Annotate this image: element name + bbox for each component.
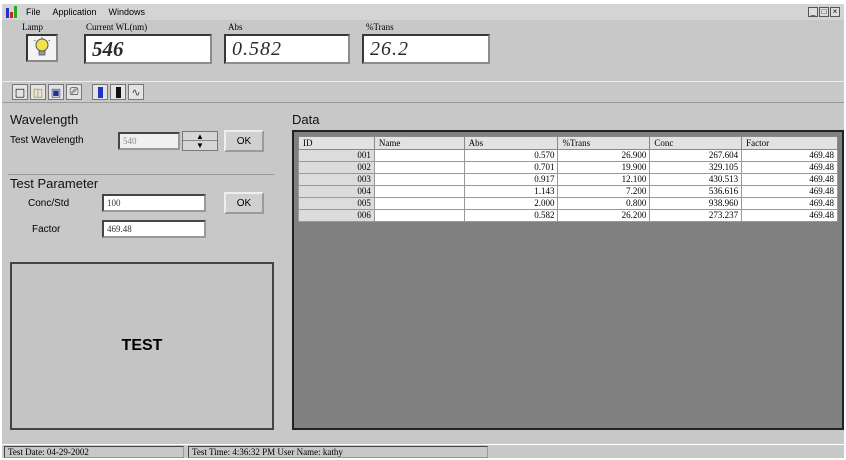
minimize-icon[interactable]: _: [808, 7, 818, 17]
data-title: Data: [292, 112, 320, 127]
readout-strip: Lamp Current WL(nm) 546 Abs 0.582 %Trans…: [2, 21, 844, 79]
data-table: ID Name Abs %Trans Conc Factor 001 0.570…: [298, 136, 838, 222]
table-row[interactable]: 003 0.917 12.100 430.513 469.48: [298, 173, 838, 186]
open-folder-icon[interactable]: ◫: [30, 84, 46, 100]
factor-label: Factor: [32, 224, 61, 235]
status-bar: Test Date: 04-29-2002 Test Time: 4:36:32…: [2, 444, 844, 458]
column-header-trans[interactable]: %Trans: [557, 136, 651, 150]
cell-conc[interactable]: 329.105: [649, 161, 743, 174]
cell-id[interactable]: 002: [298, 161, 375, 174]
app-window: File Application Windows _ □ × Lamp Curr…: [2, 4, 844, 458]
test-wavelength-input[interactable]: 540: [118, 132, 180, 150]
cell-trans[interactable]: 0.800: [557, 197, 651, 210]
lamp-indicator[interactable]: [26, 34, 58, 62]
curve-icon[interactable]: ∿: [128, 84, 144, 100]
factor-input[interactable]: 469.48: [102, 220, 206, 238]
toolbar: □ ◫ ▣ ⎚ ∿: [2, 81, 844, 103]
lamp-label: Lamp: [22, 22, 43, 32]
cell-id[interactable]: 004: [298, 185, 375, 198]
cell-trans[interactable]: 19.900: [557, 161, 651, 174]
table-row[interactable]: 002 0.701 19.900 329.105 469.48: [298, 161, 838, 174]
cell-trans[interactable]: 7.200: [557, 185, 651, 198]
cell-id[interactable]: 006: [298, 209, 375, 222]
close-icon[interactable]: ×: [830, 7, 840, 17]
cell-id[interactable]: 005: [298, 197, 375, 210]
print-icon[interactable]: ⎚: [66, 84, 82, 100]
conc-std-label: Conc/Std: [28, 198, 70, 209]
menu-file[interactable]: File: [26, 7, 41, 17]
cell-factor[interactable]: 469.48: [741, 209, 838, 222]
new-file-icon[interactable]: □: [12, 84, 28, 100]
spinner-up-icon[interactable]: ▲: [183, 132, 217, 141]
cell-abs[interactable]: 2.000: [463, 197, 559, 210]
cell-conc[interactable]: 938.960: [649, 197, 743, 210]
cell-abs[interactable]: 0.701: [463, 161, 559, 174]
trans-value: 26.2: [362, 34, 490, 64]
app-logo-icon: [6, 6, 20, 18]
cell-conc[interactable]: 536.616: [649, 185, 743, 198]
cell-trans[interactable]: 26.900: [557, 149, 651, 162]
table-header-row: ID Name Abs %Trans Conc Factor: [298, 136, 838, 150]
cell-trans[interactable]: 12.100: [557, 173, 651, 186]
cell-id[interactable]: 001: [298, 149, 375, 162]
abs-label: Abs: [228, 22, 243, 32]
parameter-ok-button[interactable]: OK: [224, 192, 264, 214]
cell-factor[interactable]: 469.48: [741, 197, 838, 210]
table-row[interactable]: 004 1.143 7.200 536.616 469.48: [298, 185, 838, 198]
cell-name[interactable]: [373, 209, 465, 222]
wavelength-ok-button[interactable]: OK: [224, 130, 264, 152]
cell-name[interactable]: [373, 161, 465, 174]
status-test-date: Test Date: 04-29-2002: [4, 446, 184, 458]
spinner-down-icon[interactable]: ▼: [183, 141, 217, 150]
trans-label: %Trans: [366, 22, 394, 32]
cell-name[interactable]: [373, 197, 465, 210]
cell-factor[interactable]: 469.48: [741, 161, 838, 174]
lightbulb-icon: [33, 37, 51, 56]
cell-trans[interactable]: 26.200: [557, 209, 651, 222]
cell-factor[interactable]: 469.48: [741, 173, 838, 186]
abs-value: 0.582: [224, 34, 350, 64]
cell-abs[interactable]: 0.582: [463, 209, 559, 222]
table-row[interactable]: 001 0.570 26.900 267.604 469.48: [298, 149, 838, 162]
wavelength-spinner[interactable]: ▲ ▼: [182, 131, 218, 151]
table-row[interactable]: 006 0.582 26.200 273.237 469.48: [298, 209, 838, 222]
conc-std-input[interactable]: 100: [102, 194, 206, 212]
current-wl-value: 546: [84, 34, 212, 64]
status-test-time-user: Test Time: 4:36:32 PM User Name: kathy: [188, 446, 488, 458]
blue-bar-icon[interactable]: [92, 84, 108, 100]
cell-abs[interactable]: 0.917: [463, 173, 559, 186]
cell-abs[interactable]: 1.143: [463, 185, 559, 198]
cell-name[interactable]: [373, 173, 465, 186]
data-grid-frame: ID Name Abs %Trans Conc Factor 001 0.570…: [292, 130, 844, 430]
column-header-id[interactable]: ID: [298, 136, 375, 150]
cell-id[interactable]: 003: [298, 173, 375, 186]
column-header-conc[interactable]: Conc: [649, 136, 743, 150]
test-parameter-title: Test Parameter: [10, 176, 99, 191]
cell-factor[interactable]: 469.48: [741, 149, 838, 162]
wavelength-title: Wavelength: [10, 112, 79, 127]
column-header-abs[interactable]: Abs: [463, 136, 559, 150]
cell-factor[interactable]: 469.48: [741, 185, 838, 198]
test-button[interactable]: TEST: [10, 262, 274, 430]
cell-conc[interactable]: 430.513: [649, 173, 743, 186]
black-bar-icon[interactable]: [110, 84, 126, 100]
cell-conc[interactable]: 273.237: [649, 209, 743, 222]
current-wl-label: Current WL(nm): [86, 22, 148, 32]
test-wavelength-label: Test Wavelength: [10, 135, 84, 146]
menu-windows[interactable]: Windows: [109, 7, 146, 17]
table-row[interactable]: 005 2.000 0.800 938.960 469.48: [298, 197, 838, 210]
cell-name[interactable]: [373, 185, 465, 198]
wavelength-divider: [8, 174, 274, 175]
menu-application[interactable]: Application: [53, 7, 97, 17]
column-header-factor[interactable]: Factor: [741, 136, 838, 150]
cell-conc[interactable]: 267.604: [649, 149, 743, 162]
column-header-name[interactable]: Name: [373, 136, 465, 150]
menu-bar: File Application Windows _ □ ×: [2, 4, 844, 20]
save-icon[interactable]: ▣: [48, 84, 64, 100]
maximize-icon[interactable]: □: [819, 7, 829, 17]
cell-abs[interactable]: 0.570: [463, 149, 559, 162]
cell-name[interactable]: [373, 149, 465, 162]
